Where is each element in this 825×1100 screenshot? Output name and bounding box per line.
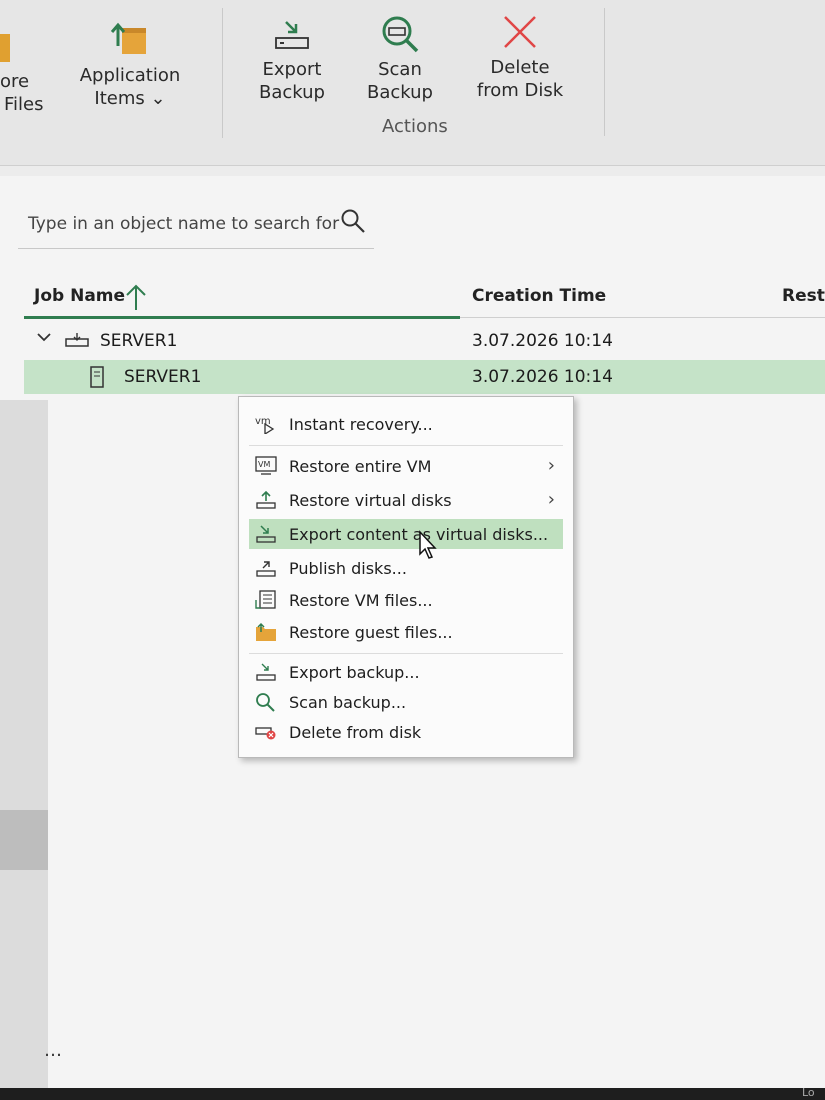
scan-backup-label-1: Scan — [378, 59, 422, 80]
header-divider — [460, 317, 825, 318]
scan-backup-icon — [382, 16, 419, 53]
menu-item-label: Instant recovery... — [289, 415, 433, 434]
menu-item-export-backup[interactable]: Export backup... — [249, 657, 563, 687]
application-items-icon — [110, 22, 146, 54]
menu-item-restore-vm-files[interactable]: Restore VM files... — [249, 585, 563, 615]
export-backup-label-1: Export — [262, 59, 322, 80]
menu-item-label: Delete from disk — [289, 723, 422, 742]
upload-disk-icon — [256, 490, 276, 509]
scan-backup-button[interactable]: Scan Backup — [362, 14, 438, 104]
restore-files-icon — [0, 34, 10, 62]
vm-name: SERVER1 — [124, 367, 202, 387]
column-job-name[interactable]: Job Name — [34, 286, 125, 306]
more-dots-icon[interactable]: … — [44, 1040, 63, 1061]
server-icon — [90, 366, 104, 393]
delete-from-disk-button[interactable]: Delete from Disk — [472, 12, 568, 102]
delete-icon — [504, 16, 536, 48]
menu-item-label: Restore entire VM — [289, 457, 432, 476]
menu-item-label: Export backup... — [289, 663, 420, 682]
app-window: ore Files Application Items ⌄ Export Bac… — [0, 0, 825, 1088]
vm-icon: vm — [255, 416, 275, 434]
publish-disk-icon — [256, 561, 276, 577]
menu-item-delete-from-disk[interactable]: Delete from disk — [249, 717, 563, 747]
menu-item-label: Restore VM files... — [289, 591, 433, 610]
menu-item-restore-entire-vm[interactable]: VM Restore entire VM › — [249, 451, 563, 481]
export-backup-label-2: Backup — [259, 82, 325, 103]
menu-item-restore-guest-files[interactable]: Restore guest files... — [249, 617, 563, 647]
creation-time: 3.07.2026 10:14 — [472, 331, 613, 351]
ribbon-separator — [604, 8, 605, 136]
scan-backup-label-2: Backup — [367, 82, 433, 103]
application-items-button[interactable]: Application Items ⌄ — [78, 20, 182, 110]
search-input[interactable]: Type in an object name to search for — [28, 214, 339, 234]
svg-text:VM: VM — [258, 460, 270, 469]
vm-box-icon: VM — [255, 456, 277, 475]
mouse-cursor-icon — [419, 530, 437, 559]
search-box[interactable]: Type in an object name to search for — [18, 200, 374, 249]
restore-files-button[interactable]: ore Files — [0, 34, 44, 116]
chevron-down-icon: ⌄ — [150, 88, 166, 109]
chevron-right-icon: › — [547, 489, 555, 510]
actions-group-label: Actions — [382, 116, 448, 137]
column-creation-time[interactable]: Creation Time — [472, 286, 606, 306]
menu-separator — [249, 653, 563, 654]
menu-item-scan-backup[interactable]: Scan backup... — [249, 687, 563, 717]
column-restore-points[interactable]: Resto — [782, 286, 825, 306]
table-row[interactable]: SERVER1 3.07.2026 10:14 — [24, 324, 825, 358]
export-disk-icon — [256, 525, 276, 543]
sort-indicator-line — [24, 316, 460, 319]
export-backup-icon — [275, 21, 309, 49]
table-row-selected[interactable]: SERVER1 3.07.2026 10:14 — [24, 360, 825, 394]
export-backup-icon — [256, 663, 276, 681]
status-text: Lo — [802, 1086, 815, 1099]
menu-item-label: Restore virtual disks — [289, 491, 452, 510]
left-panel: … — [0, 400, 62, 1088]
job-name: SERVER1 — [100, 331, 178, 351]
menu-separator — [249, 445, 563, 446]
chevron-right-icon: › — [547, 455, 555, 476]
table-header: Job Name Creation Time Resto — [24, 280, 825, 319]
menu-item-export-content-as-virtual-disks[interactable]: Export content as virtual disks... — [249, 519, 563, 549]
export-backup-button[interactable]: Export Backup — [252, 18, 332, 104]
delete-disk-icon — [255, 727, 276, 740]
delete-from-disk-label-1: Delete — [490, 57, 550, 78]
restore-files-label-2: Files — [4, 94, 44, 115]
menu-item-label: Restore guest files... — [289, 623, 453, 642]
vm-files-icon — [255, 590, 276, 609]
ribbon: ore Files Application Items ⌄ Export Bac… — [0, 0, 825, 166]
restore-files-label-1: ore — [0, 71, 30, 92]
application-items-label-2: Items ⌄ — [94, 88, 166, 109]
folder-icon — [256, 622, 276, 641]
menu-item-instant-recovery[interactable]: vm Instant recovery... — [249, 409, 563, 439]
context-menu: vm Instant recovery... VM Restore entire… — [238, 396, 574, 758]
menu-item-label: Scan backup... — [289, 693, 407, 712]
search-icon[interactable] — [340, 208, 366, 234]
menu-item-publish-disks[interactable]: Publish disks... — [249, 553, 563, 583]
ribbon-separator — [222, 8, 223, 138]
delete-from-disk-label-2: from Disk — [476, 80, 564, 101]
expand-chevron-icon[interactable] — [36, 329, 52, 350]
creation-time: 3.07.2026 10:14 — [472, 367, 613, 387]
sort-ascending-icon[interactable] — [124, 282, 148, 312]
menu-item-label: Publish disks... — [289, 559, 407, 578]
search-icon — [256, 693, 275, 712]
application-items-label-1: Application — [79, 65, 181, 86]
menu-item-restore-virtual-disks[interactable]: Restore virtual disks › — [249, 485, 563, 515]
backup-job-icon — [64, 331, 90, 354]
left-panel-block — [0, 810, 48, 870]
